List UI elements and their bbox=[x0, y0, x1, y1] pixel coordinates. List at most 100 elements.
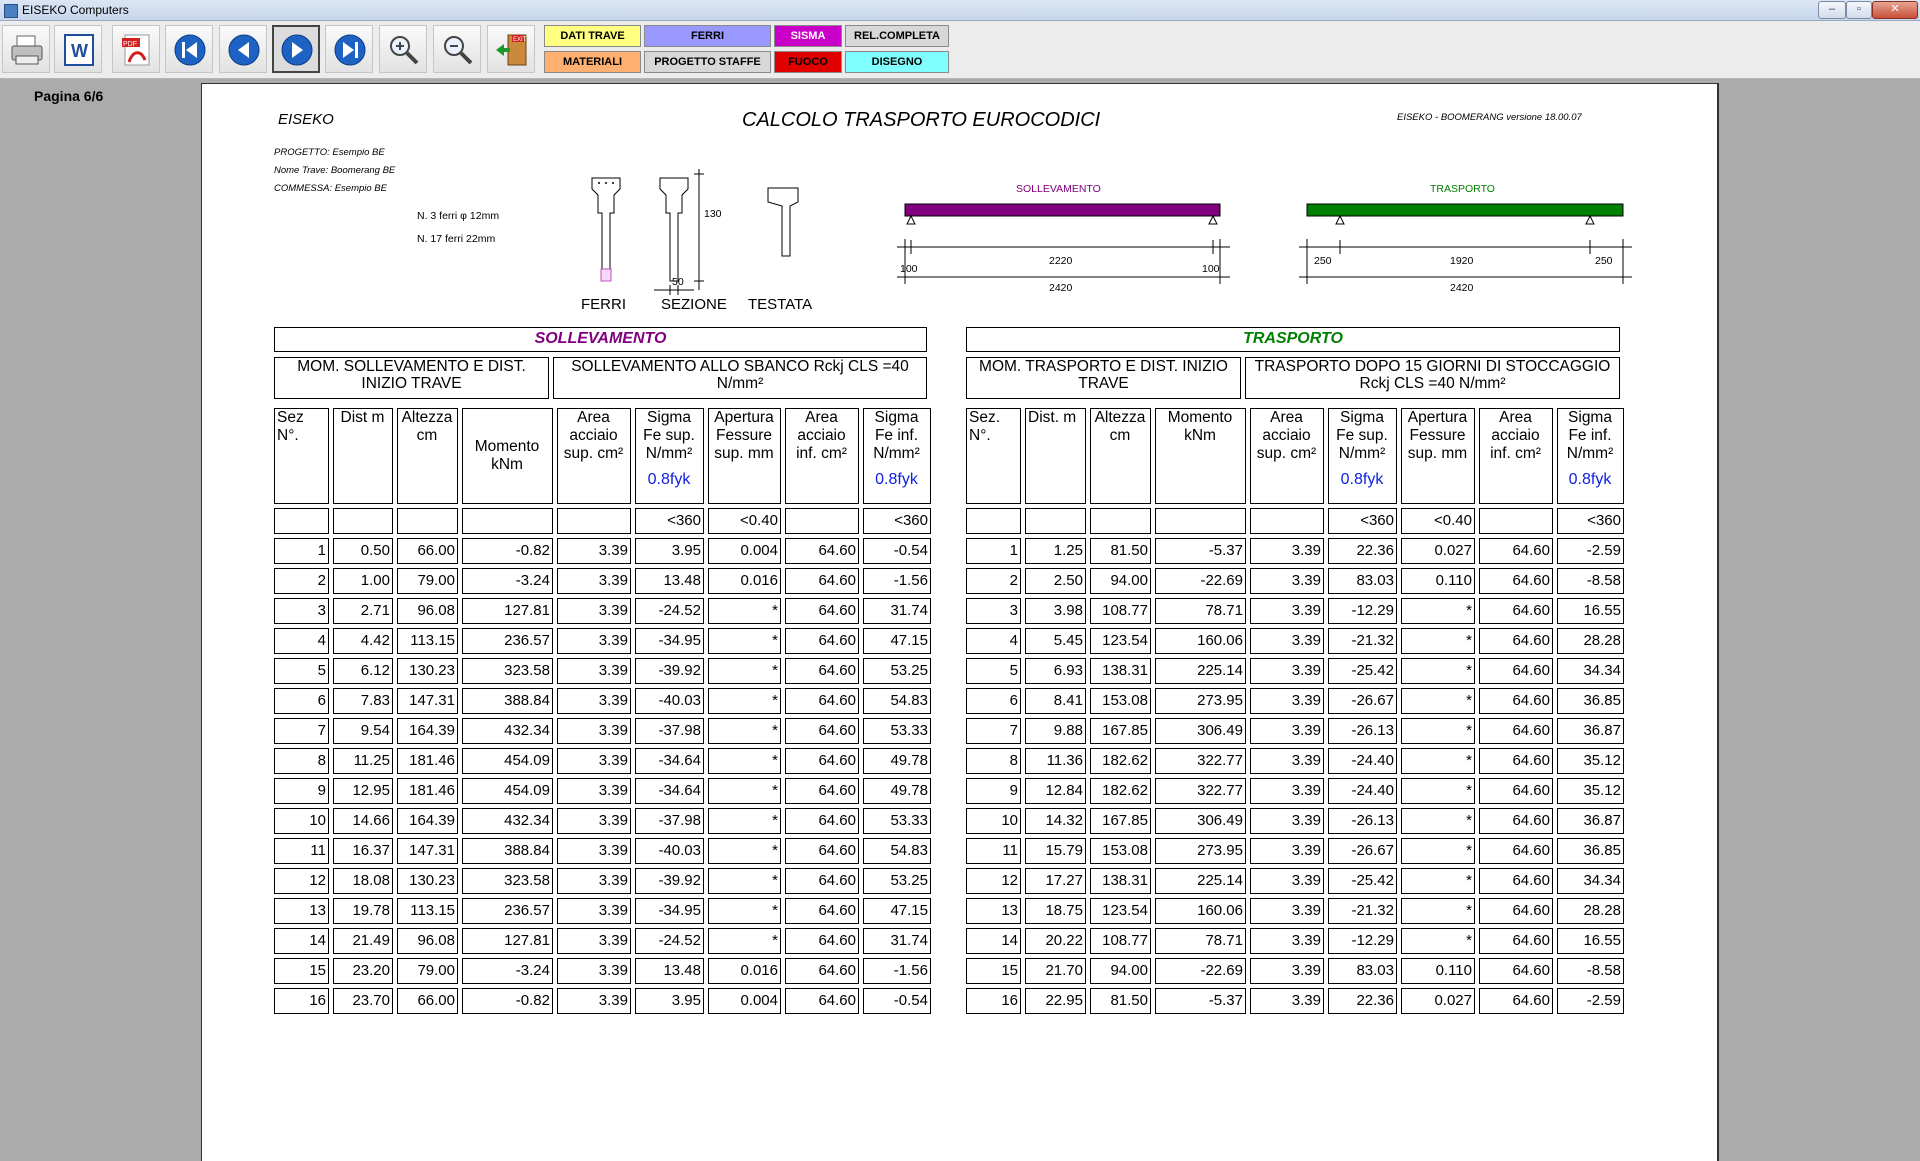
table-cell: -26.67 bbox=[1328, 688, 1397, 714]
table-cell bbox=[1090, 508, 1151, 534]
sisma-button[interactable]: SISMA bbox=[774, 25, 842, 47]
disegno-button[interactable]: DISEGNO bbox=[845, 51, 949, 73]
table-cell: * bbox=[708, 898, 781, 924]
sollevamento-middle-dim: 2220 bbox=[1049, 255, 1073, 267]
print-button[interactable] bbox=[2, 25, 50, 73]
fyk-label: 0.8fyk bbox=[1568, 471, 1612, 488]
sollevamento-title: SOLLEVAMENTO bbox=[274, 327, 927, 352]
table-cell: 3.39 bbox=[1250, 598, 1324, 624]
table-cell: 34.34 bbox=[1557, 868, 1624, 894]
table-cell: 64.60 bbox=[785, 988, 859, 1014]
table-cell: 127.81 bbox=[462, 598, 553, 624]
table-cell: 322.77 bbox=[1155, 778, 1246, 804]
minimize-button[interactable]: – bbox=[1818, 1, 1846, 19]
trasporto-group-stoccaggio: TRASPORTO DOPO 15 GIORNI DI STOCCAGGIO R… bbox=[1245, 357, 1620, 399]
next-page-button[interactable] bbox=[272, 25, 320, 73]
table-cell: -12.29 bbox=[1328, 598, 1397, 624]
pdf-export-button[interactable]: PDF bbox=[112, 25, 160, 73]
table-cell: 23.20 bbox=[333, 958, 393, 984]
table-cell: 3.39 bbox=[1250, 838, 1324, 864]
col-dist: Dist. m bbox=[1025, 408, 1086, 504]
table-cell: 153.08 bbox=[1090, 838, 1151, 864]
table-cell: -2.59 bbox=[1557, 988, 1624, 1014]
table-cell: 11.25 bbox=[333, 748, 393, 774]
table-cell bbox=[462, 508, 553, 534]
table-cell: 79.00 bbox=[397, 568, 458, 594]
word-icon: W bbox=[64, 34, 94, 66]
progetto-staffe-button[interactable]: PROGETTO STAFFE bbox=[644, 51, 771, 73]
table-row: 15 23.20 79.00 -3.24 3.39 13.48 0.016 64.60 -1.5… bbox=[274, 958, 931, 984]
table-cell: -22.69 bbox=[1155, 568, 1246, 594]
dati-trave-button[interactable]: DATI TRAVE bbox=[544, 25, 641, 47]
maximize-button[interactable]: ▫ bbox=[1846, 1, 1872, 19]
table-cell: 2 bbox=[966, 568, 1021, 594]
fuoco-button[interactable]: FUOCO bbox=[774, 51, 842, 73]
table-cell: 36.85 bbox=[1557, 688, 1624, 714]
table-cell: 64.60 bbox=[1479, 598, 1553, 624]
table-cell: 8 bbox=[966, 748, 1021, 774]
table-cell: * bbox=[1401, 838, 1475, 864]
table-cell: * bbox=[708, 628, 781, 654]
table-cell: 64.60 bbox=[1479, 958, 1553, 984]
col-sigma-sup: Sigma Fe sup. N/mm² 0.8fyk bbox=[635, 408, 704, 504]
table-cell: 123.54 bbox=[1090, 628, 1151, 654]
zoom-in-button[interactable] bbox=[379, 25, 427, 73]
first-page-icon bbox=[174, 34, 206, 66]
table-row: 9 12.95 181.46 454.09 3.39 -34.64 * 64.60 49.78 bbox=[274, 778, 931, 804]
limits-row: <360 <0.40 <360 bbox=[966, 508, 1624, 534]
table-row: 6 7.83 147.31 388.84 3.39 -40.03 * 64.60 54.83 bbox=[274, 688, 931, 714]
table-cell: 64.60 bbox=[1479, 688, 1553, 714]
beam-sollevamento-label: SOLLEVAMENTO bbox=[1016, 183, 1101, 195]
table-cell: 83.03 bbox=[1328, 958, 1397, 984]
table-cell: 54.83 bbox=[863, 838, 931, 864]
close-button[interactable]: ✕ bbox=[1872, 1, 1918, 19]
table-cell: 1 bbox=[274, 538, 329, 564]
col-area-sup: Area acciaio sup. cm² bbox=[1250, 408, 1324, 504]
table-cell: 21.49 bbox=[333, 928, 393, 954]
table-cell: 64.60 bbox=[785, 688, 859, 714]
previous-page-button[interactable] bbox=[219, 25, 267, 73]
table-cell: 164.39 bbox=[397, 808, 458, 834]
zoom-in-icon bbox=[390, 36, 419, 65]
col-altezza: Altezza cm bbox=[1090, 408, 1151, 504]
word-export-button[interactable]: W bbox=[54, 25, 102, 73]
rel-completa-button[interactable]: REL.COMPLETA bbox=[845, 25, 949, 47]
table-cell bbox=[966, 508, 1021, 534]
testata-caption: TESTATA bbox=[748, 296, 813, 313]
table-cell: 64.60 bbox=[785, 718, 859, 744]
exit-button[interactable]: EXIT bbox=[487, 25, 535, 73]
first-page-button[interactable] bbox=[165, 25, 213, 73]
col-sez: Sez. N°. bbox=[966, 408, 1021, 504]
table-cell: 64.60 bbox=[785, 928, 859, 954]
table-cell: 113.15 bbox=[397, 898, 458, 924]
materiali-button[interactable]: MATERIALI bbox=[544, 51, 641, 73]
table-cell: -5.37 bbox=[1155, 988, 1246, 1014]
table-cell: -3.24 bbox=[462, 958, 553, 984]
table-cell: * bbox=[708, 868, 781, 894]
table-cell: * bbox=[708, 778, 781, 804]
printer-icon bbox=[11, 35, 43, 65]
table-cell: 79.00 bbox=[397, 958, 458, 984]
table-cell: 35.12 bbox=[1557, 748, 1624, 774]
beam-trasporto-label: TRASPORTO bbox=[1430, 183, 1495, 195]
table-cell: 388.84 bbox=[462, 838, 553, 864]
table-row: 16 22.95 81.50 -5.37 3.39 22.36 0.027 64.60 -2.5… bbox=[966, 988, 1624, 1014]
last-page-button[interactable] bbox=[325, 25, 373, 73]
table-cell: 236.57 bbox=[462, 898, 553, 924]
toolbar: W PDF EXIT DATI TRAVE FERRI SISMA REL.CO… bbox=[0, 21, 1920, 79]
table-cell: 160.06 bbox=[1155, 898, 1246, 924]
table-cell: 8.41 bbox=[1025, 688, 1086, 714]
table-cell bbox=[1025, 508, 1086, 534]
table-cell: * bbox=[1401, 808, 1475, 834]
table-cell: 66.00 bbox=[397, 538, 458, 564]
ferri-button[interactable]: FERRI bbox=[644, 25, 771, 47]
table-cell: 28.28 bbox=[1557, 628, 1624, 654]
table-cell: 16 bbox=[966, 988, 1021, 1014]
table-cell: 64.60 bbox=[785, 958, 859, 984]
zoom-out-button[interactable] bbox=[433, 25, 481, 73]
limits-row: <360 <0.40 <360 bbox=[274, 508, 931, 534]
table-row: 3 3.98 108.77 78.71 3.39 -12.29 * 64.60 16.55 bbox=[966, 598, 1624, 624]
table-cell: 225.14 bbox=[1155, 868, 1246, 894]
table-cell: 36.87 bbox=[1557, 718, 1624, 744]
table-cell: 147.31 bbox=[397, 838, 458, 864]
